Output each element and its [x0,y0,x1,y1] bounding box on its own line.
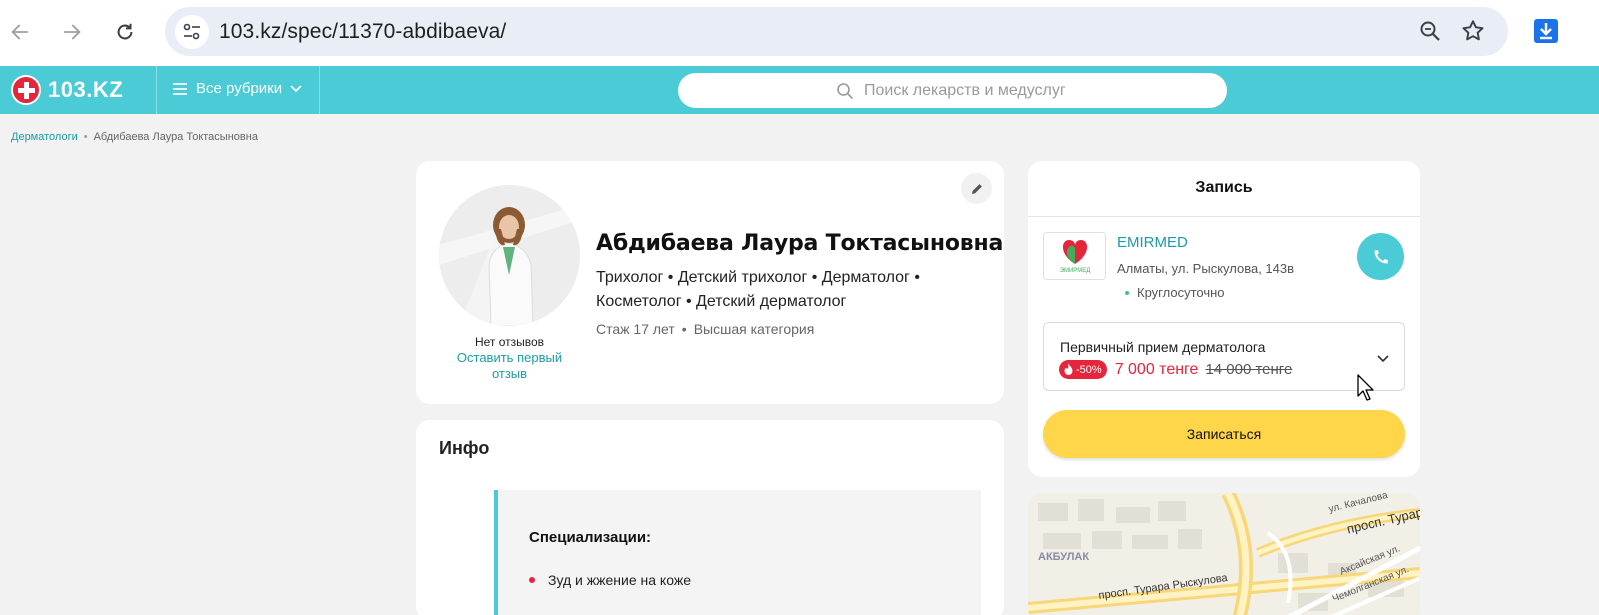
doctor-experience: Стаж 17 лет [596,321,675,337]
medical-cross-icon [11,75,41,105]
reload-icon [117,23,133,40]
specializations-box: Специализации: Зуд и жжение на коже [494,490,981,615]
clinic-hours: Круглосуточно [1125,285,1225,300]
price-new: 7 000 тенге [1114,360,1199,378]
open-status-dot [1125,290,1129,295]
meta-separator: • [681,321,687,337]
edit-button[interactable] [961,173,992,204]
mouse-cursor-icon [1357,374,1377,407]
bookmark-star-icon[interactable] [1460,18,1486,49]
price-row: -50% 7 000 тенге 14 000 тенге [1059,360,1292,379]
breadcrumb: Дерматологи • Абдибаева Лаура Токтасынов… [11,131,258,143]
booking-title: Запись [1195,179,1253,196]
pencil-icon [971,183,982,194]
clinic-map[interactable]: ул. Качалова просп. Турар АКБУЛАК просп.… [1028,493,1420,615]
browser-toolbar: 103.kz/spec/11370-abdibaeva/ [0,0,1599,66]
zoom-icon[interactable] [1418,19,1442,48]
breadcrumb-current: Абдибаева Лаура Токтасыновна [93,131,258,143]
discount-badge: -50% [1059,360,1107,379]
site-header: 103.KZ Все рубрики [0,66,1599,114]
back-button[interactable] [4,16,36,48]
info-title: Инфо [439,438,490,458]
address-bar[interactable]: 103.kz/spec/11370-abdibaeva/ [165,7,1508,56]
reload-button[interactable] [109,16,141,48]
service-select[interactable]: Первичный прием дерматолога -50% 7 000 т… [1043,322,1405,391]
clinic-logo-text: ЭМИРМЕД [1059,268,1090,274]
tune-icon [183,23,200,40]
site-info-button[interactable] [175,15,209,49]
arrow-right-icon [63,24,81,40]
arrow-left-icon [11,24,29,40]
breadcrumb-separator: • [83,131,88,143]
search-box[interactable] [678,73,1227,108]
all-rubrics-menu[interactable]: Все рубрики [172,80,302,97]
header-divider [319,66,320,114]
divider [1028,216,1420,217]
chevron-down-icon [290,84,302,92]
list-item: Зуд и жжение на коже [529,572,691,588]
logo-text: 103.KZ [48,77,124,102]
clinic-logo[interactable]: ЭМИРМЕД [1043,232,1106,280]
specialization-text: Зуд и жжение на коже [548,572,691,588]
rubrics-label: Все рубрики [196,80,283,97]
price-old: 14 000 тенге [1205,361,1293,378]
search-input[interactable] [864,79,1204,103]
specializations-title: Специализации: [529,529,652,546]
url-text[interactable]: 103.kz/spec/11370-abdibaeva/ [219,20,506,44]
reviews-status: Нет отзывов [474,335,545,349]
doctor-name: Абдибаева Лаура Токтасыновна [596,231,1004,256]
header-divider [156,66,157,114]
info-card: Инфо Специализации: Зуд и жжение на коже [416,420,1004,615]
clinic-hours-text: Круглосуточно [1137,285,1225,300]
search-icon [836,82,854,105]
map-label: АКБУЛАК [1038,551,1090,563]
discount-text: -50% [1076,363,1102,376]
book-appointment-button[interactable]: Записаться [1043,410,1405,458]
hamburger-icon [173,82,187,95]
breadcrumb-link-dermatologists[interactable]: Дерматологи [11,131,78,143]
doctor-specialties: Трихолог • Детский трихолог • Дерматолог… [596,269,920,310]
bullet-icon [529,577,535,583]
leave-first-review-link[interactable]: Оставить первый отзыв [449,350,570,382]
doctor-profile-card: Нет отзывов Оставить первый отзыв Абдиба… [416,161,1004,404]
booking-card: Запись ЭМИРМЕД EMIRMED Алматы, ул. Рыску… [1028,161,1420,477]
forward-button[interactable] [56,16,88,48]
chevron-down-icon [1377,350,1389,368]
site-logo[interactable]: 103.KZ [11,75,123,105]
clinic-name-link[interactable]: EMIRMED [1117,234,1188,251]
doctor-meta: Стаж 17 лет • Высшая категория [596,321,814,337]
service-name: Первичный прием дерматолога [1060,339,1266,355]
doctor-avatar [439,185,580,326]
call-button[interactable] [1357,233,1404,280]
download-icon[interactable] [1532,17,1560,50]
doctor-category: Высшая категория [693,321,815,337]
clinic-address: Алматы, ул. Рыскулова, 143в [1117,261,1295,276]
fire-icon [1064,363,1073,375]
phone-icon [1373,249,1388,264]
